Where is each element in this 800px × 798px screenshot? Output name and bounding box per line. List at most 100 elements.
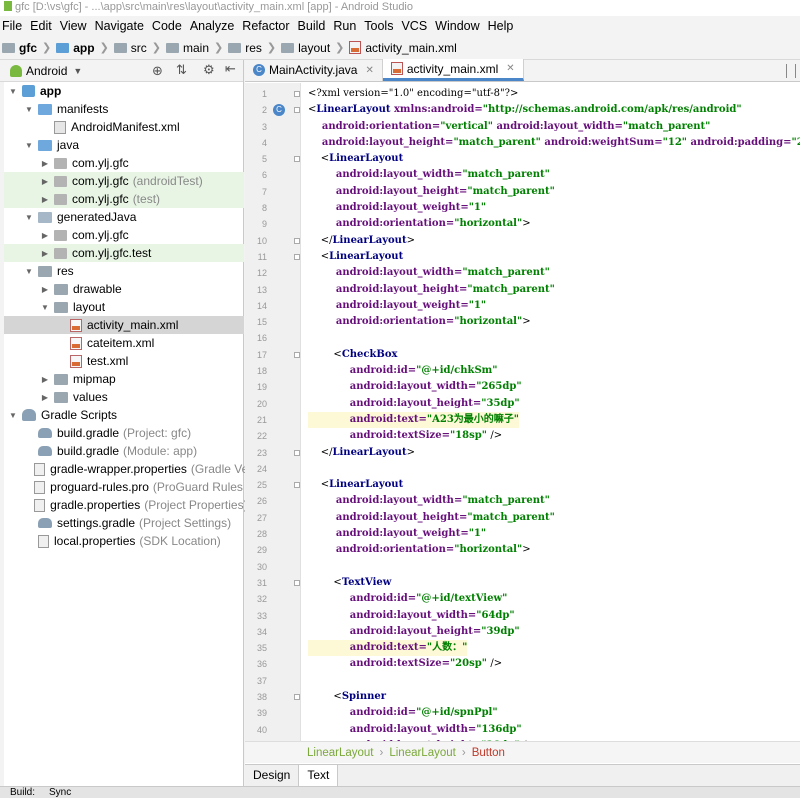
breadcrumb-item[interactable]: main bbox=[164, 41, 211, 55]
close-icon[interactable]: ✕ bbox=[365, 65, 373, 76]
breadcrumb-item[interactable]: gfc bbox=[0, 41, 39, 55]
menu-vcs[interactable]: VCS bbox=[397, 16, 431, 36]
project-view-selector[interactable]: Android bbox=[26, 64, 67, 78]
menu-view[interactable]: View bbox=[56, 16, 91, 36]
chevron-right-icon[interactable]: ▶ bbox=[40, 249, 50, 258]
tree-item[interactable]: ▶activity_main.xml bbox=[4, 316, 244, 334]
tree-item[interactable]: ▼ layout bbox=[4, 298, 244, 316]
chevron-right-icon[interactable]: ▶ bbox=[40, 231, 50, 240]
menu-edit[interactable]: Edit bbox=[26, 16, 56, 36]
tree-item[interactable]: ▶local.properties(SDK Location) bbox=[4, 532, 244, 550]
chevron-right-icon: ❯ bbox=[99, 42, 109, 54]
tree-item[interactable]: ▶settings.gradle(Project Settings) bbox=[4, 514, 244, 532]
chevron-right-icon[interactable]: ▶ bbox=[40, 195, 50, 204]
line-number: 23 bbox=[256, 447, 267, 458]
menu-tools[interactable]: Tools bbox=[360, 16, 397, 36]
tree-item[interactable]: ▶ com.ylj.gfc bbox=[4, 154, 244, 172]
tree-item[interactable]: ▶gradle-wrapper.properties(Gradle Ver bbox=[4, 460, 252, 478]
fold-icon[interactable] bbox=[294, 693, 300, 700]
tab-design[interactable]: Design bbox=[245, 765, 300, 786]
menu-help[interactable]: Help bbox=[484, 16, 518, 36]
tree-item[interactable]: ▶test.xml bbox=[4, 352, 244, 370]
tree-item[interactable]: ▶cateitem.xml bbox=[4, 334, 244, 352]
tool-window-build[interactable]: Build: bbox=[10, 787, 35, 798]
code-area[interactable]: 1 <?xml version="1.0" encoding="utf-8"?> 2… bbox=[245, 83, 800, 741]
chevron-down-icon[interactable]: ▼ bbox=[24, 267, 34, 276]
menu-build[interactable]: Build bbox=[294, 16, 330, 36]
tree-item[interactable]: ▼ java bbox=[4, 136, 244, 154]
fold-icon[interactable] bbox=[294, 351, 300, 358]
tree-item[interactable]: ▶ com.ylj.gfc.test bbox=[4, 244, 244, 262]
xml-breadcrumb-item[interactable]: LinearLayout bbox=[389, 747, 456, 759]
editor-tab[interactable]: activity_main.xml ✕ bbox=[382, 59, 524, 81]
chevron-down-icon[interactable]: ▼ bbox=[73, 66, 82, 76]
fold-icon[interactable] bbox=[294, 156, 300, 163]
chevron-right-icon[interactable]: ▶ bbox=[40, 285, 50, 294]
tree-item[interactable]: ▶AndroidManifest.xml bbox=[4, 118, 244, 136]
hide-panel-icon[interactable]: ⇤ bbox=[225, 61, 236, 77]
breadcrumb-item[interactable]: layout bbox=[279, 41, 332, 55]
menu-window[interactable]: Window bbox=[431, 16, 483, 36]
fold-icon[interactable] bbox=[294, 91, 300, 97]
chevron-right-icon[interactable]: ▶ bbox=[40, 159, 50, 168]
menu-analyze[interactable]: Analyze bbox=[186, 16, 238, 36]
xml-breadcrumb-item[interactable]: LinearLayout bbox=[307, 747, 374, 759]
breadcrumb-item[interactable]: src bbox=[112, 41, 149, 55]
chevron-right-icon[interactable]: ▶ bbox=[40, 177, 50, 186]
tree-item[interactable]: ▼ res bbox=[4, 262, 244, 280]
tab-text[interactable]: Text bbox=[299, 765, 339, 786]
chevron-down-icon[interactable]: ▼ bbox=[24, 141, 34, 150]
tree-item[interactable]: ▼ Gradle Scripts bbox=[4, 406, 244, 424]
tree-item[interactable]: ▶ com.ylj.gfc (androidTest) bbox=[4, 172, 244, 190]
menu-navigate[interactable]: Navigate bbox=[91, 16, 148, 36]
tree-item[interactable]: ▶ com.ylj.gfc (test) bbox=[4, 190, 244, 208]
breadcrumb-item[interactable]: res bbox=[226, 41, 264, 55]
menu-code[interactable]: Code bbox=[148, 16, 186, 36]
tree-item[interactable]: ▶ drawable bbox=[4, 280, 244, 298]
breadcrumb-item[interactable]: app bbox=[54, 41, 96, 55]
breadcrumb-item[interactable]: activity_main.xml bbox=[347, 41, 458, 55]
locate-icon[interactable]: ⊕ bbox=[152, 63, 163, 79]
tree-item[interactable]: ▶gradle.properties(Project Properties) bbox=[4, 496, 248, 514]
tree-item[interactable]: ▶ com.ylj.gfc bbox=[4, 226, 244, 244]
tree-item[interactable]: ▶proguard-rules.pro(ProGuard Rules fo bbox=[4, 478, 256, 496]
tree-item[interactable]: ▼ manifests bbox=[4, 100, 244, 118]
editor-tab[interactable]: C MainActivity.java ✕ bbox=[245, 59, 383, 81]
tree-item[interactable]: ▶ values bbox=[4, 388, 244, 406]
fold-icon[interactable] bbox=[294, 449, 300, 456]
close-icon[interactable]: ✕ bbox=[506, 63, 514, 74]
fold-icon[interactable] bbox=[294, 482, 300, 489]
code-token: xmlns:android= bbox=[393, 104, 483, 116]
menu-run[interactable]: Run bbox=[329, 16, 360, 36]
folder-icon bbox=[38, 103, 52, 115]
fold-icon[interactable] bbox=[294, 579, 300, 586]
tool-window-sync[interactable]: Sync bbox=[49, 787, 71, 798]
gear-icon[interactable]: ⚙ bbox=[203, 62, 215, 78]
chevron-down-icon[interactable]: ▼ bbox=[24, 213, 34, 222]
split-icon[interactable] bbox=[786, 64, 796, 78]
xml-breadcrumb-item[interactable]: Button bbox=[472, 747, 505, 759]
tree-item[interactable]: ▶build.gradle(Project: gfc) bbox=[4, 424, 244, 442]
code-text: android:layout_height="39dp" bbox=[308, 624, 520, 640]
line-number: 17 bbox=[256, 349, 267, 360]
chevron-down-icon[interactable]: ▼ bbox=[40, 303, 50, 312]
tree-item[interactable]: ▼ generatedJava bbox=[4, 208, 244, 226]
tree-item[interactable]: ▶build.gradle(Module: app) bbox=[4, 442, 244, 460]
code-text: android:id="@+id/textView" bbox=[308, 591, 508, 607]
fold-icon[interactable] bbox=[294, 107, 300, 114]
menu-refactor[interactable]: Refactor bbox=[238, 16, 293, 36]
tree-item[interactable]: ▼ app bbox=[4, 82, 244, 100]
line-number: 38 bbox=[256, 691, 267, 702]
chevron-down-icon[interactable]: ▼ bbox=[24, 105, 34, 114]
tree-item[interactable]: ▶ mipmap bbox=[4, 370, 244, 388]
fold-icon[interactable] bbox=[294, 237, 300, 244]
code-line: 23 </LinearLayout> bbox=[245, 445, 800, 461]
chevron-right-icon[interactable]: ▶ bbox=[40, 375, 50, 384]
menu-file[interactable]: File bbox=[0, 16, 26, 36]
chevron-right-icon[interactable]: ▶ bbox=[40, 393, 50, 402]
chevron-down-icon[interactable]: ▼ bbox=[8, 411, 18, 420]
related-class-icon[interactable]: C bbox=[273, 104, 285, 117]
chevron-down-icon[interactable]: ▼ bbox=[8, 87, 18, 96]
fold-icon[interactable] bbox=[294, 253, 300, 260]
collapse-icon[interactable]: ⇅ bbox=[176, 62, 187, 78]
